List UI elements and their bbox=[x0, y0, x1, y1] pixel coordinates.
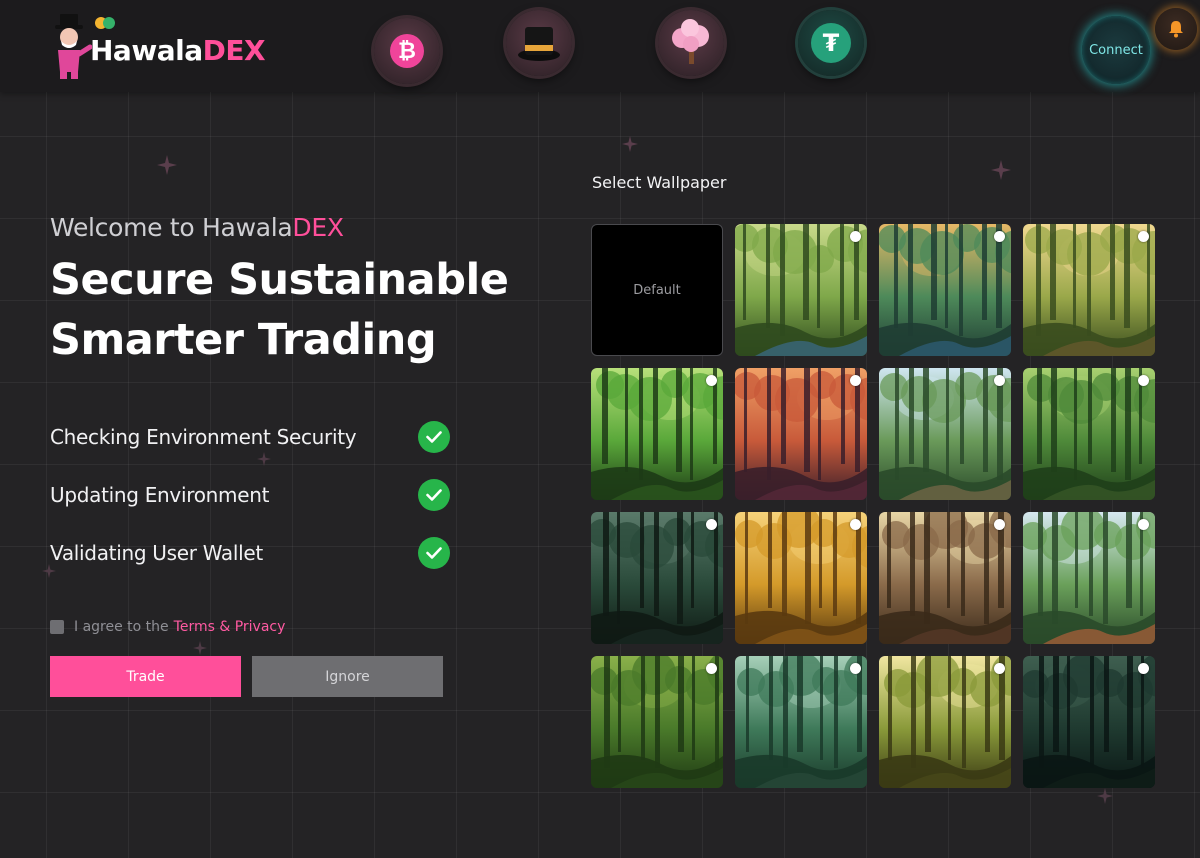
wallpaper-tile-autumn-forest[interactable] bbox=[735, 512, 867, 644]
blossom-tree-icon bbox=[672, 19, 709, 64]
terms-agreement: I agree to the Terms & Privacy bbox=[50, 619, 285, 635]
wallpaper-radio[interactable] bbox=[1138, 375, 1149, 386]
wallpaper-radio[interactable] bbox=[850, 663, 861, 674]
forest-image bbox=[735, 224, 867, 356]
welcome-prefix: Welcome to Hawala bbox=[50, 213, 293, 242]
checkmark-icon bbox=[418, 537, 450, 569]
wallpaper-radio[interactable] bbox=[994, 231, 1005, 242]
wallpaper-tile-forest-stream[interactable] bbox=[735, 224, 867, 356]
headline-line-1: Secure Sustainable bbox=[50, 255, 509, 305]
forest-image bbox=[591, 512, 723, 644]
bitcoin-icon: ₿ bbox=[390, 34, 424, 68]
wallpaper-radio[interactable] bbox=[1138, 519, 1149, 530]
forest-image bbox=[591, 656, 723, 788]
status-check-update: Updating Environment bbox=[50, 478, 450, 512]
wallpaper-tile-green-forest-path[interactable] bbox=[591, 368, 723, 500]
welcome-text: Welcome to HawalaDEX bbox=[50, 213, 344, 242]
wallpaper-tile-autumn-sunrays[interactable] bbox=[879, 512, 1011, 644]
terms-privacy-link[interactable]: Terms & Privacy bbox=[174, 619, 286, 635]
terms-text: I agree to the bbox=[74, 619, 169, 635]
brand-suffix: DEX bbox=[202, 34, 266, 67]
brand-logo[interactable]: HawalaDEX bbox=[48, 14, 278, 80]
wallpaper-default-label: Default bbox=[633, 282, 681, 298]
sparkle-icon bbox=[157, 155, 177, 175]
notifications-button[interactable] bbox=[1155, 8, 1197, 50]
wallpaper-tile-forest-clearing[interactable] bbox=[879, 368, 1011, 500]
forest-image bbox=[1023, 656, 1155, 788]
tether-icon: ₮ bbox=[811, 23, 851, 63]
sparkle-icon bbox=[1097, 788, 1113, 804]
wallpaper-tile-golden-light-forest[interactable] bbox=[879, 656, 1011, 788]
forest-image bbox=[591, 368, 723, 500]
welcome-brand: DEX bbox=[292, 213, 344, 242]
brand-wordmark: HawalaDEX bbox=[90, 34, 266, 67]
wallpaper-radio[interactable] bbox=[994, 375, 1005, 386]
terms-checkbox[interactable] bbox=[50, 620, 64, 634]
forest-image bbox=[735, 656, 867, 788]
wallpaper-radio[interactable] bbox=[706, 519, 717, 530]
wallpaper-tile-forest-meadow-flowers[interactable] bbox=[1023, 512, 1155, 644]
forest-image bbox=[879, 368, 1011, 500]
wallpaper-radio[interactable] bbox=[850, 519, 861, 530]
wallpaper-radio[interactable] bbox=[850, 231, 861, 242]
wallpaper-radio[interactable] bbox=[706, 375, 717, 386]
forest-image bbox=[879, 512, 1011, 644]
wallpaper-radio[interactable] bbox=[850, 375, 861, 386]
wallpaper-tile-forest-glow-mushrooms[interactable] bbox=[879, 224, 1011, 356]
trade-button[interactable]: Trade bbox=[50, 656, 241, 697]
forest-image bbox=[1023, 512, 1155, 644]
top-hat-icon bbox=[518, 27, 560, 61]
checkmark-icon bbox=[418, 421, 450, 453]
blossom-tree-token-button[interactable] bbox=[658, 10, 724, 76]
sparkle-icon bbox=[991, 160, 1011, 180]
wallpaper-radio[interactable] bbox=[1138, 663, 1149, 674]
top-navigation-bar: HawalaDEX ₿ ₮ Connect bbox=[0, 0, 1200, 92]
forest-image bbox=[735, 512, 867, 644]
sparkle-icon bbox=[622, 136, 638, 152]
sparkle-icon bbox=[257, 452, 271, 466]
wallpaper-radio[interactable] bbox=[994, 663, 1005, 674]
forest-image bbox=[1023, 368, 1155, 500]
wallpaper-tile-twisted-trees[interactable] bbox=[591, 656, 723, 788]
status-check-label: Validating User Wallet bbox=[50, 541, 263, 565]
wallpaper-tile-tall-green-forest[interactable] bbox=[1023, 368, 1155, 500]
page-headline: Secure Sustainable Smarter Trading bbox=[50, 250, 570, 370]
wallpaper-radio[interactable] bbox=[1138, 231, 1149, 242]
coins-icon bbox=[95, 17, 115, 29]
wallpaper-tile-dark-forest-path[interactable] bbox=[591, 512, 723, 644]
status-check-wallet: Validating User Wallet bbox=[50, 536, 450, 570]
brand-prefix: Hawala bbox=[90, 34, 203, 67]
mascot-icon bbox=[55, 14, 92, 79]
wallpaper-tile-sunset-forest[interactable] bbox=[735, 368, 867, 500]
wallpaper-tile-night-forest[interactable] bbox=[1023, 656, 1155, 788]
wallpaper-tile-forest-sunbeams[interactable] bbox=[1023, 224, 1155, 356]
forest-image bbox=[1023, 224, 1155, 356]
status-check-security: Checking Environment Security bbox=[50, 420, 450, 454]
wallpaper-radio[interactable] bbox=[706, 663, 717, 674]
ignore-button[interactable]: Ignore bbox=[252, 656, 443, 697]
status-check-label: Checking Environment Security bbox=[50, 425, 357, 449]
wallpaper-default-tile[interactable]: Default bbox=[591, 224, 723, 356]
forest-image bbox=[735, 368, 867, 500]
top-hat-token-button[interactable] bbox=[506, 10, 572, 76]
headline-line-2: Smarter Trading bbox=[50, 315, 437, 365]
wallpaper-section-title: Select Wallpaper bbox=[592, 173, 727, 192]
forest-image bbox=[879, 224, 1011, 356]
checkmark-icon bbox=[418, 479, 450, 511]
status-check-label: Updating Environment bbox=[50, 483, 270, 507]
forest-image bbox=[879, 656, 1011, 788]
connect-wallet-button[interactable]: Connect bbox=[1082, 16, 1150, 84]
sparkle-icon bbox=[193, 641, 207, 655]
bell-icon bbox=[1169, 21, 1183, 38]
wallpaper-radio[interactable] bbox=[994, 519, 1005, 530]
wallpaper-tile-misty-forest[interactable] bbox=[735, 656, 867, 788]
bitcoin-token-button[interactable]: ₿ bbox=[374, 18, 440, 84]
tether-token-button[interactable]: ₮ bbox=[798, 10, 864, 76]
